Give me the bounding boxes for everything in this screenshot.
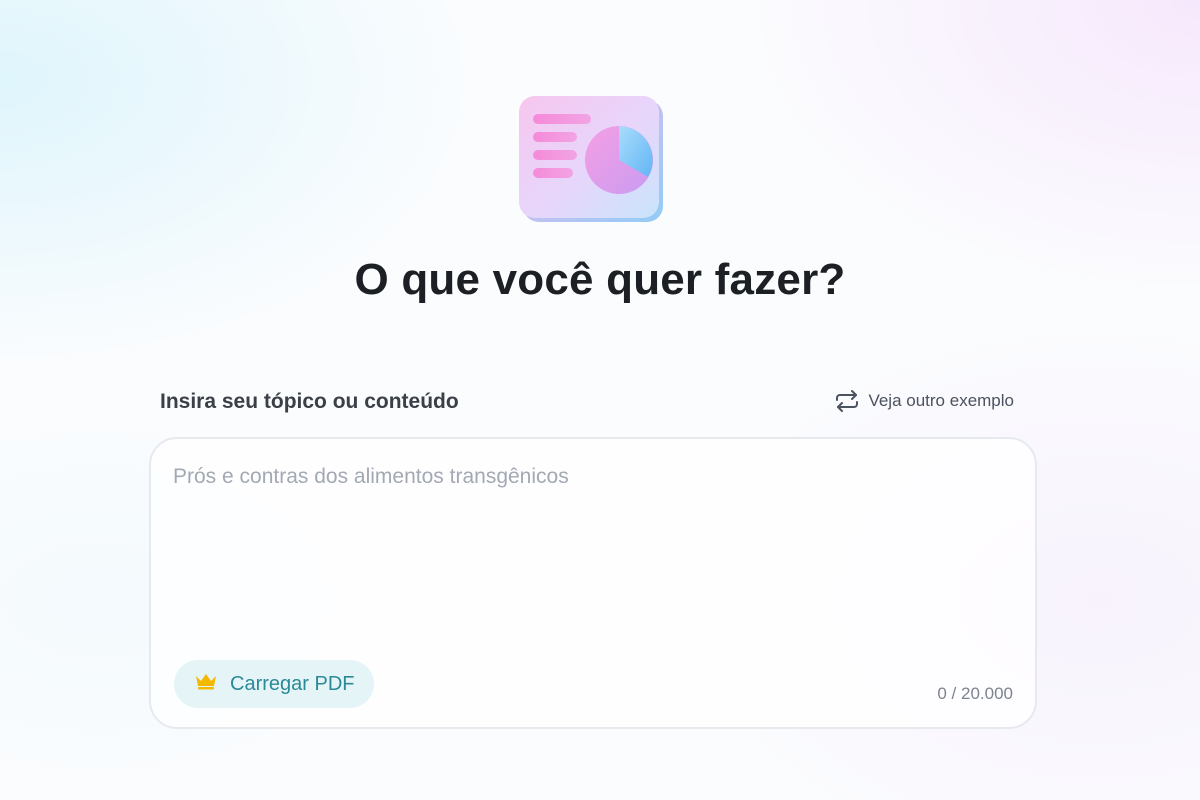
see-another-example-label: Veja outro exemplo [868,391,1014,410]
topic-input-card: Carregar PDF 0 / 20.000 [149,437,1037,729]
topic-textarea[interactable] [173,465,1013,655]
crown-icon [194,672,218,696]
character-counter: 0 / 20.000 [937,684,1013,703]
upload-pdf-button[interactable]: Carregar PDF [174,660,375,708]
presentation-chart-icon [517,94,667,226]
upload-pdf-label: Carregar PDF [230,672,355,695]
page-title: O que você quer fazer? [354,255,846,304]
see-another-example-link[interactable]: Veja outro exemplo [834,390,1014,412]
repeat-arrows-icon [834,390,860,412]
topic-input-label: Insira seu tópico ou conteúdo [160,390,459,413]
